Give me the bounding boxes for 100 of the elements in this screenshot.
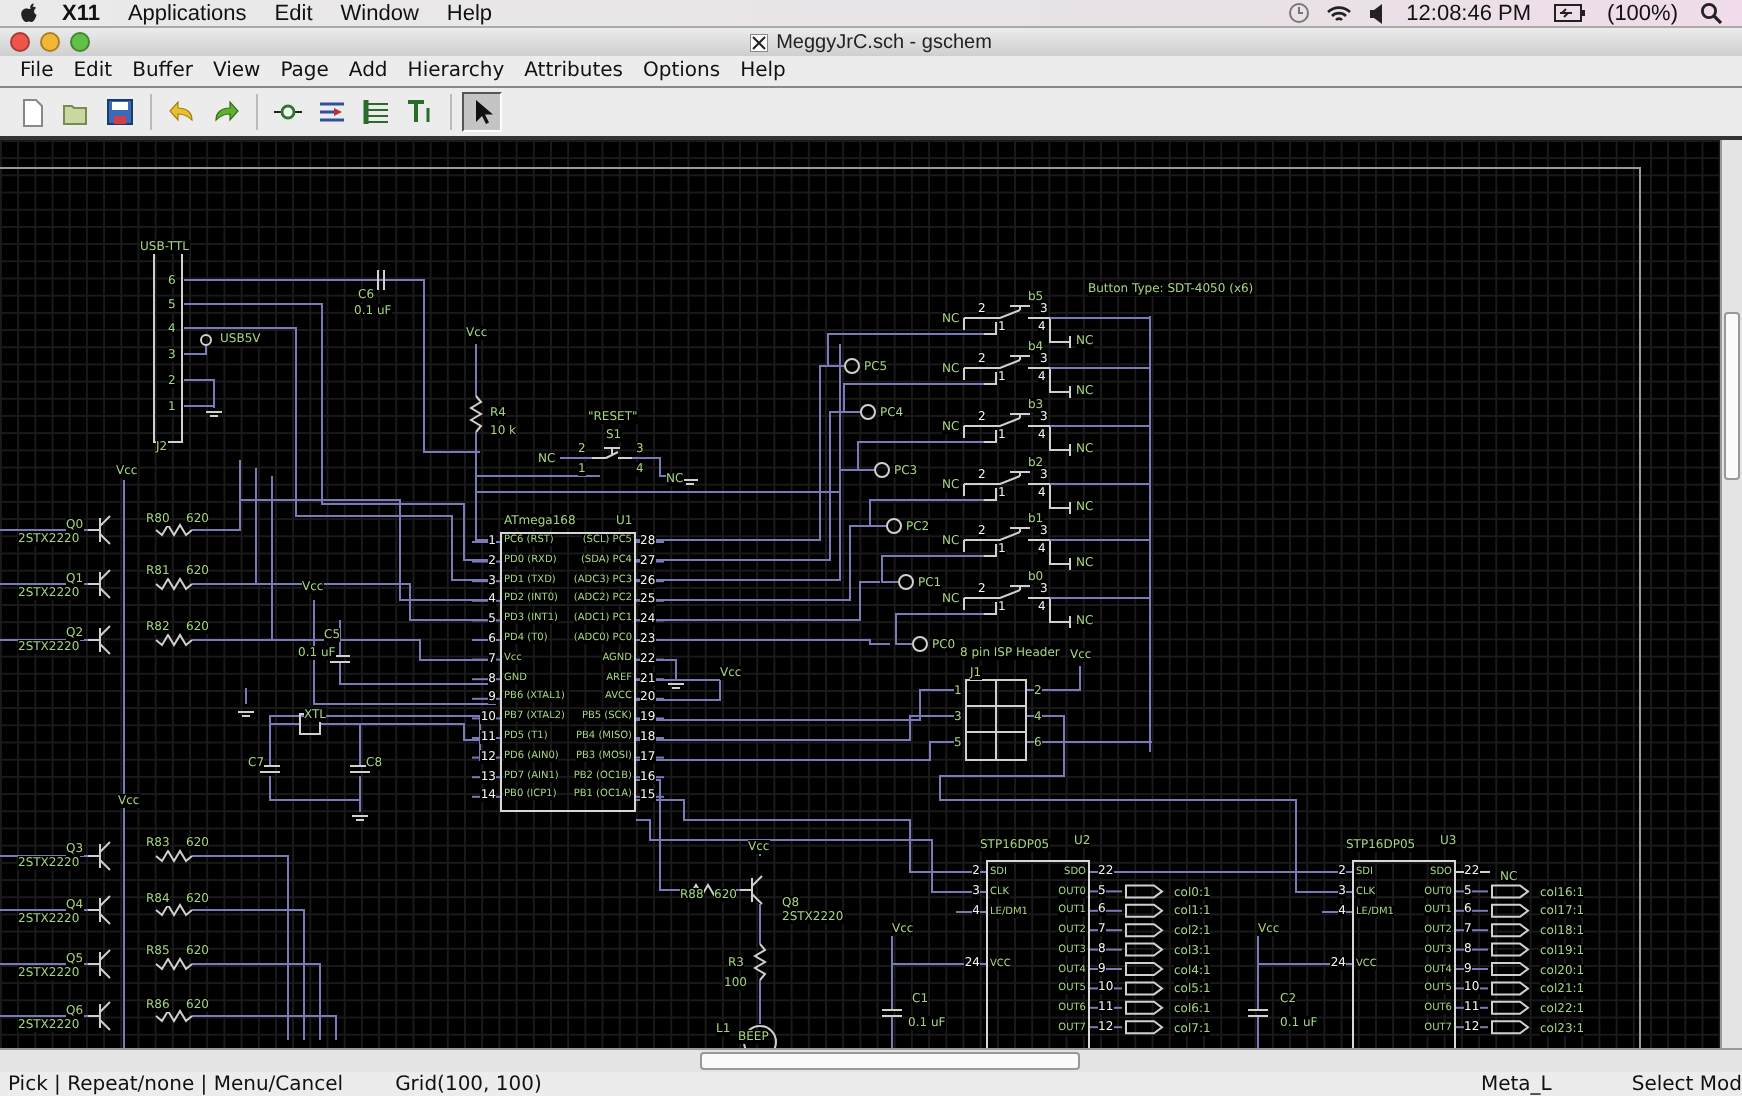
net-port-symbol (874, 462, 890, 478)
capacitor-symbol (881, 1009, 903, 1017)
resistor-symbol (155, 577, 193, 591)
wifi-icon (1326, 3, 1353, 23)
output-port-symbol (1491, 903, 1530, 918)
ground-symbol (205, 411, 223, 417)
output-port-symbol (1491, 1000, 1530, 1015)
push-button-symbol (991, 355, 1037, 369)
transistor-symbol (87, 895, 111, 925)
battery-percent: (100%) (1605, 1, 1680, 25)
transistor-symbol (87, 569, 111, 599)
output-port-symbol (1125, 884, 1164, 899)
output-port-symbol (1125, 1000, 1164, 1015)
net-port-symbol (912, 636, 928, 652)
system-menu-item[interactable]: Window (326, 1, 433, 25)
net-port-symbol (860, 404, 876, 420)
bus-icon (360, 96, 392, 128)
menu-item[interactable]: Help (730, 60, 796, 82)
minimize-button[interactable] (40, 32, 60, 52)
transistor-symbol (87, 949, 111, 979)
output-port-symbol (1125, 942, 1164, 957)
output-port-symbol (1125, 903, 1164, 918)
system-menu-item[interactable]: X11 (48, 1, 114, 25)
ground-symbol (681, 479, 699, 485)
capacitor-symbol (377, 269, 385, 291)
ground-symbol (351, 815, 369, 821)
menu-item[interactable]: Options (633, 60, 731, 82)
resistor-symbol (469, 395, 483, 433)
system-menu-item[interactable]: Edit (260, 1, 327, 25)
resistor-symbol (155, 633, 193, 647)
transistor-symbol (87, 625, 111, 655)
system-menu-item[interactable]: Help (432, 1, 507, 25)
transistor-symbol (87, 1001, 111, 1031)
speaker-icon (1368, 3, 1385, 23)
resistor-symbol (155, 957, 193, 971)
push-button-symbol (991, 527, 1037, 541)
output-port-symbol (1125, 1020, 1164, 1035)
net-port-symbol (844, 358, 860, 374)
scrollbar-thumb[interactable] (700, 1052, 1080, 1070)
menu-item[interactable]: File (10, 60, 64, 82)
menu-item[interactable]: Hierarchy (397, 60, 515, 82)
resistor-symbol (155, 1009, 193, 1023)
select-tool-button[interactable] (462, 92, 502, 132)
undo-icon (166, 96, 198, 128)
scrollbar-thumb[interactable] (1724, 312, 1740, 480)
key-status: Meta_L (1480, 1073, 1552, 1095)
menu-item[interactable]: Buffer (122, 60, 203, 82)
mode-status: Select Mod (1631, 1073, 1742, 1095)
transistor-symbol (87, 515, 111, 545)
transistor-symbol (739, 875, 763, 905)
net-icon (316, 96, 348, 128)
resistor-symbol (155, 849, 193, 863)
apple-icon (20, 1, 40, 25)
output-port-symbol (1125, 981, 1164, 996)
output-port-symbol (1125, 962, 1164, 976)
output-port-symbol (1491, 923, 1530, 938)
output-port-symbol (1491, 1020, 1530, 1035)
text-tool-icon (404, 96, 436, 128)
system-menu-item[interactable]: Applications (113, 1, 261, 25)
vertical-scrollbar[interactable] (1720, 140, 1742, 1048)
menu-item[interactable]: Add (338, 60, 398, 82)
redo-icon (210, 96, 242, 128)
transistor-symbol (87, 841, 111, 871)
push-button-symbol (991, 471, 1037, 485)
output-port-symbol (1491, 981, 1530, 996)
ground-symbol (667, 683, 685, 689)
clock-time[interactable]: 12:08:46 PM (1392, 1, 1546, 25)
output-port-symbol (1491, 962, 1530, 976)
battery-icon (1553, 4, 1586, 22)
push-button-symbol (991, 305, 1037, 319)
resistor-symbol (753, 943, 767, 981)
header-outline (965, 679, 1027, 761)
output-port-symbol (1125, 923, 1164, 938)
net-port-symbol (200, 334, 212, 346)
resistor-symbol (155, 523, 193, 537)
push-button-symbol (991, 413, 1037, 427)
ground-symbol (237, 711, 255, 717)
zoom-button[interactable] (70, 32, 90, 52)
capacitor-symbol (259, 765, 281, 773)
push-button-symbol (591, 447, 633, 459)
clock-icon (1288, 2, 1311, 24)
menu-item[interactable]: Attributes (514, 60, 634, 82)
close-button[interactable] (10, 32, 30, 52)
capacitor-symbol (1247, 1009, 1269, 1017)
menu-item[interactable]: Page (270, 60, 339, 82)
push-button-symbol (991, 585, 1037, 599)
output-port-symbol (1491, 884, 1530, 899)
buzzer-symbol (743, 1025, 777, 1048)
capacitor-symbol (349, 765, 371, 773)
net-port-symbol (886, 518, 902, 534)
grid-status: Grid(100, 100) (395, 1073, 542, 1095)
capacitor-symbol (329, 655, 351, 663)
menu-item[interactable]: View (202, 60, 271, 82)
output-port-symbol (1491, 942, 1530, 957)
net-port-symbol (898, 574, 914, 590)
mouse-hints: Pick | Repeat/none | Menu/Cancel (8, 1073, 344, 1095)
window-title: MeggyJrC.sch - gschem (776, 31, 992, 53)
resistor-symbol (155, 903, 193, 917)
menu-item[interactable]: Edit (63, 60, 123, 82)
search-icon (1700, 2, 1722, 24)
